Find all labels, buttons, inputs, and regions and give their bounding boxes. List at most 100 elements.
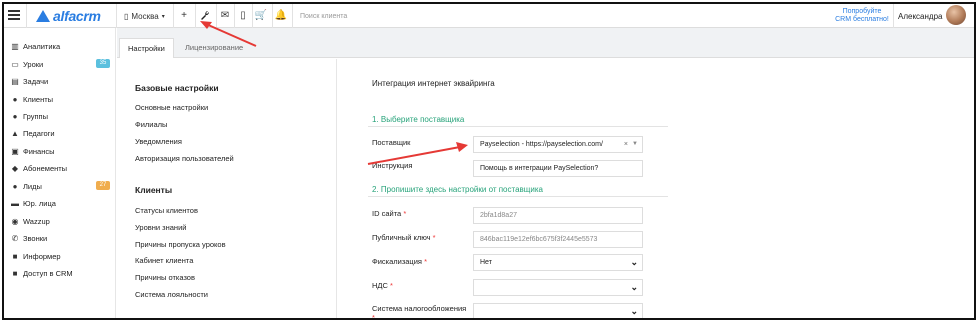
- sidebar-item-label: Задачи: [23, 76, 49, 86]
- caret-down-icon: ▾: [161, 14, 165, 20]
- bell-icon[interactable]: 🔔: [274, 10, 288, 22]
- instruction-value: Помощь в интеграции PaySelection?: [480, 165, 599, 172]
- page-title: Интеграция интернет эквайринга: [372, 79, 495, 88]
- vat-label: НДС *: [372, 281, 393, 290]
- user-name[interactable]: Александра: [898, 12, 942, 21]
- nav-link-knowledge-levels[interactable]: Уровни знаний: [135, 223, 186, 232]
- wrench-icon[interactable]: [198, 10, 212, 22]
- nav-link-skip-reasons[interactable]: Причины пропуска уроков: [135, 240, 226, 249]
- fiscalization-select[interactable]: Нет ⌄: [473, 254, 643, 271]
- nav-group-title-clients: Клиенты: [135, 185, 173, 195]
- sidebar-item-informer[interactable]: ■ Информер: [10, 249, 110, 263]
- nav-link-loyalty[interactable]: Система лояльности: [135, 290, 208, 299]
- sidebar-item-label: Информер: [23, 251, 61, 261]
- clear-icon[interactable]: ×: [624, 137, 628, 152]
- avatar[interactable]: [946, 5, 966, 25]
- instruction-label: Инструкция: [372, 161, 413, 170]
- site-id-input[interactable]: 2bfa1d8a27: [473, 207, 643, 224]
- tax-system-label: Система налогообложения *: [372, 304, 467, 320]
- sidebar-item-label: Клиенты: [23, 94, 54, 104]
- tax-system-select[interactable]: ⌄: [473, 303, 643, 318]
- sidebar-item-calls[interactable]: ✆ Звонки: [10, 231, 110, 245]
- sidebar-item-crm-access[interactable]: ■ Доступ в CRM: [10, 266, 110, 280]
- whatsapp-icon: ◉: [11, 216, 19, 226]
- money-icon: ▣: [11, 146, 19, 156]
- sidebar-item-clients[interactable]: ● Клиенты: [10, 92, 110, 106]
- count-badge: 27: [96, 181, 110, 190]
- provider-value: Payselection - https://payselection.com/: [480, 141, 603, 148]
- lessons-icon: ▭: [11, 59, 19, 69]
- sidebar-item-label: Звонки: [23, 233, 48, 243]
- sidebar-item-analytics[interactable]: ▥ Аналитика: [10, 39, 110, 53]
- leads-icon: ●: [12, 181, 18, 191]
- sidebar: ▥ Аналитика ▭ Уроки 35 ▤ Задачи ● Клиенты ● Гр…: [4, 28, 116, 318]
- sidebar-item-label: Группы: [23, 111, 48, 121]
- logo[interactable]: alfacrm: [36, 8, 101, 24]
- nav-link-client-cabinet[interactable]: Кабинет клиента: [135, 256, 193, 265]
- sidebar-item-legal-entities[interactable]: ▬ Юр. лица: [10, 196, 110, 210]
- nav-link-client-statuses[interactable]: Статусы клиентов: [135, 206, 198, 215]
- cart-icon[interactable]: 🛒: [254, 10, 268, 22]
- provider-label: Поставщик: [372, 138, 411, 147]
- count-badge: 35: [96, 59, 110, 68]
- section-heading-provider: 1. Выберите поставщика: [372, 115, 465, 124]
- fiscalization-label: Фискализация *: [372, 257, 427, 266]
- nav-link-main-settings[interactable]: Основные настройки: [135, 103, 208, 112]
- nav-link-notifications[interactable]: Уведомления: [135, 137, 182, 146]
- instruction-link[interactable]: Помощь в интеграции PaySelection?: [473, 160, 643, 177]
- sidebar-item-label: Аналитика: [23, 41, 61, 51]
- sidebar-item-leads[interactable]: ● Лиды 27: [10, 179, 110, 193]
- section-heading-settings: 2. Пропишите здесь настройки от поставщи…: [372, 185, 543, 194]
- fiscalization-value: Нет: [480, 259, 492, 266]
- logo-mark-icon: [36, 10, 50, 22]
- tab-licensing[interactable]: Лицензирование: [177, 38, 251, 58]
- sidebar-item-finances[interactable]: ▣ Финансы: [10, 144, 110, 158]
- logo-text: alfacrm: [53, 8, 101, 24]
- chevron-down-icon: ⌄: [630, 257, 638, 267]
- tasks-icon: ▤: [11, 76, 19, 86]
- top-bar: alfacrm ▯ Москва ▾ + ✉ ▯ 🛒 🔔 Поиск клиен…: [4, 4, 974, 28]
- chart-icon: ▥: [11, 41, 19, 51]
- nav-link-branches[interactable]: Филиалы: [135, 120, 167, 129]
- phone-icon[interactable]: ▯: [236, 10, 250, 22]
- tab-settings[interactable]: Настройки: [119, 38, 174, 58]
- search-input[interactable]: Поиск клиента: [300, 13, 347, 20]
- sidebar-item-label: Доступ в CRM: [23, 268, 73, 278]
- mail-icon[interactable]: ✉: [218, 10, 232, 22]
- public-key-input[interactable]: 846bac119e12ef6bc675f3f2445e5573: [473, 231, 643, 248]
- building-icon: ▯: [124, 12, 129, 21]
- sidebar-item-label: Уроки: [23, 59, 44, 69]
- menu-icon[interactable]: [8, 10, 20, 20]
- chevron-down-icon: ⌄: [630, 306, 638, 316]
- group-icon: ●: [12, 111, 18, 121]
- sidebar-item-subscriptions[interactable]: ◆ Абонементы: [10, 161, 110, 175]
- city-label: Москва: [131, 12, 159, 21]
- site-id-label: ID сайта *: [372, 209, 407, 218]
- sidebar-item-label: Юр. лица: [23, 198, 56, 208]
- sidebar-item-tasks[interactable]: ▤ Задачи: [10, 74, 110, 88]
- lock-icon: ■: [12, 268, 18, 278]
- sidebar-item-teachers[interactable]: ▲ Педагоги: [10, 126, 110, 140]
- app-window: alfacrm ▯ Москва ▾ + ✉ ▯ 🛒 🔔 Поиск клиен…: [2, 2, 976, 320]
- bank-icon: ▬: [11, 198, 19, 208]
- sidebar-item-label: Педагоги: [23, 128, 55, 138]
- sidebar-item-lessons[interactable]: ▭ Уроки 35: [10, 57, 110, 71]
- public-key-label: Публичный ключ *: [372, 233, 436, 242]
- call-icon: ✆: [11, 233, 19, 243]
- user-icon: ●: [12, 94, 18, 104]
- plus-icon[interactable]: +: [177, 10, 191, 22]
- sidebar-item-wazzup[interactable]: ◉ Wazzup: [10, 214, 110, 228]
- caret-down-icon[interactable]: ▼: [632, 137, 638, 152]
- nav-link-user-auth[interactable]: Авторизация пользователей: [135, 154, 234, 163]
- try-free-link[interactable]: Попробуйте CRM бесплатно!: [834, 8, 890, 24]
- provider-select[interactable]: Payselection - https://payselection.com/…: [473, 136, 643, 153]
- sidebar-item-label: Лиды: [23, 181, 42, 191]
- chevron-down-icon: ⌄: [630, 282, 638, 292]
- tab-bar: Настройки Лицензирование: [117, 28, 974, 58]
- tag-icon: ◆: [11, 163, 19, 173]
- acquiring-form: Интеграция интернет эквайринга 1. Выбери…: [338, 59, 974, 320]
- sidebar-item-groups[interactable]: ● Группы: [10, 109, 110, 123]
- vat-select[interactable]: ⌄: [473, 279, 643, 296]
- nav-link-refusal-reasons[interactable]: Причины отказов: [135, 273, 195, 282]
- city-selector[interactable]: ▯ Москва ▾: [124, 12, 165, 21]
